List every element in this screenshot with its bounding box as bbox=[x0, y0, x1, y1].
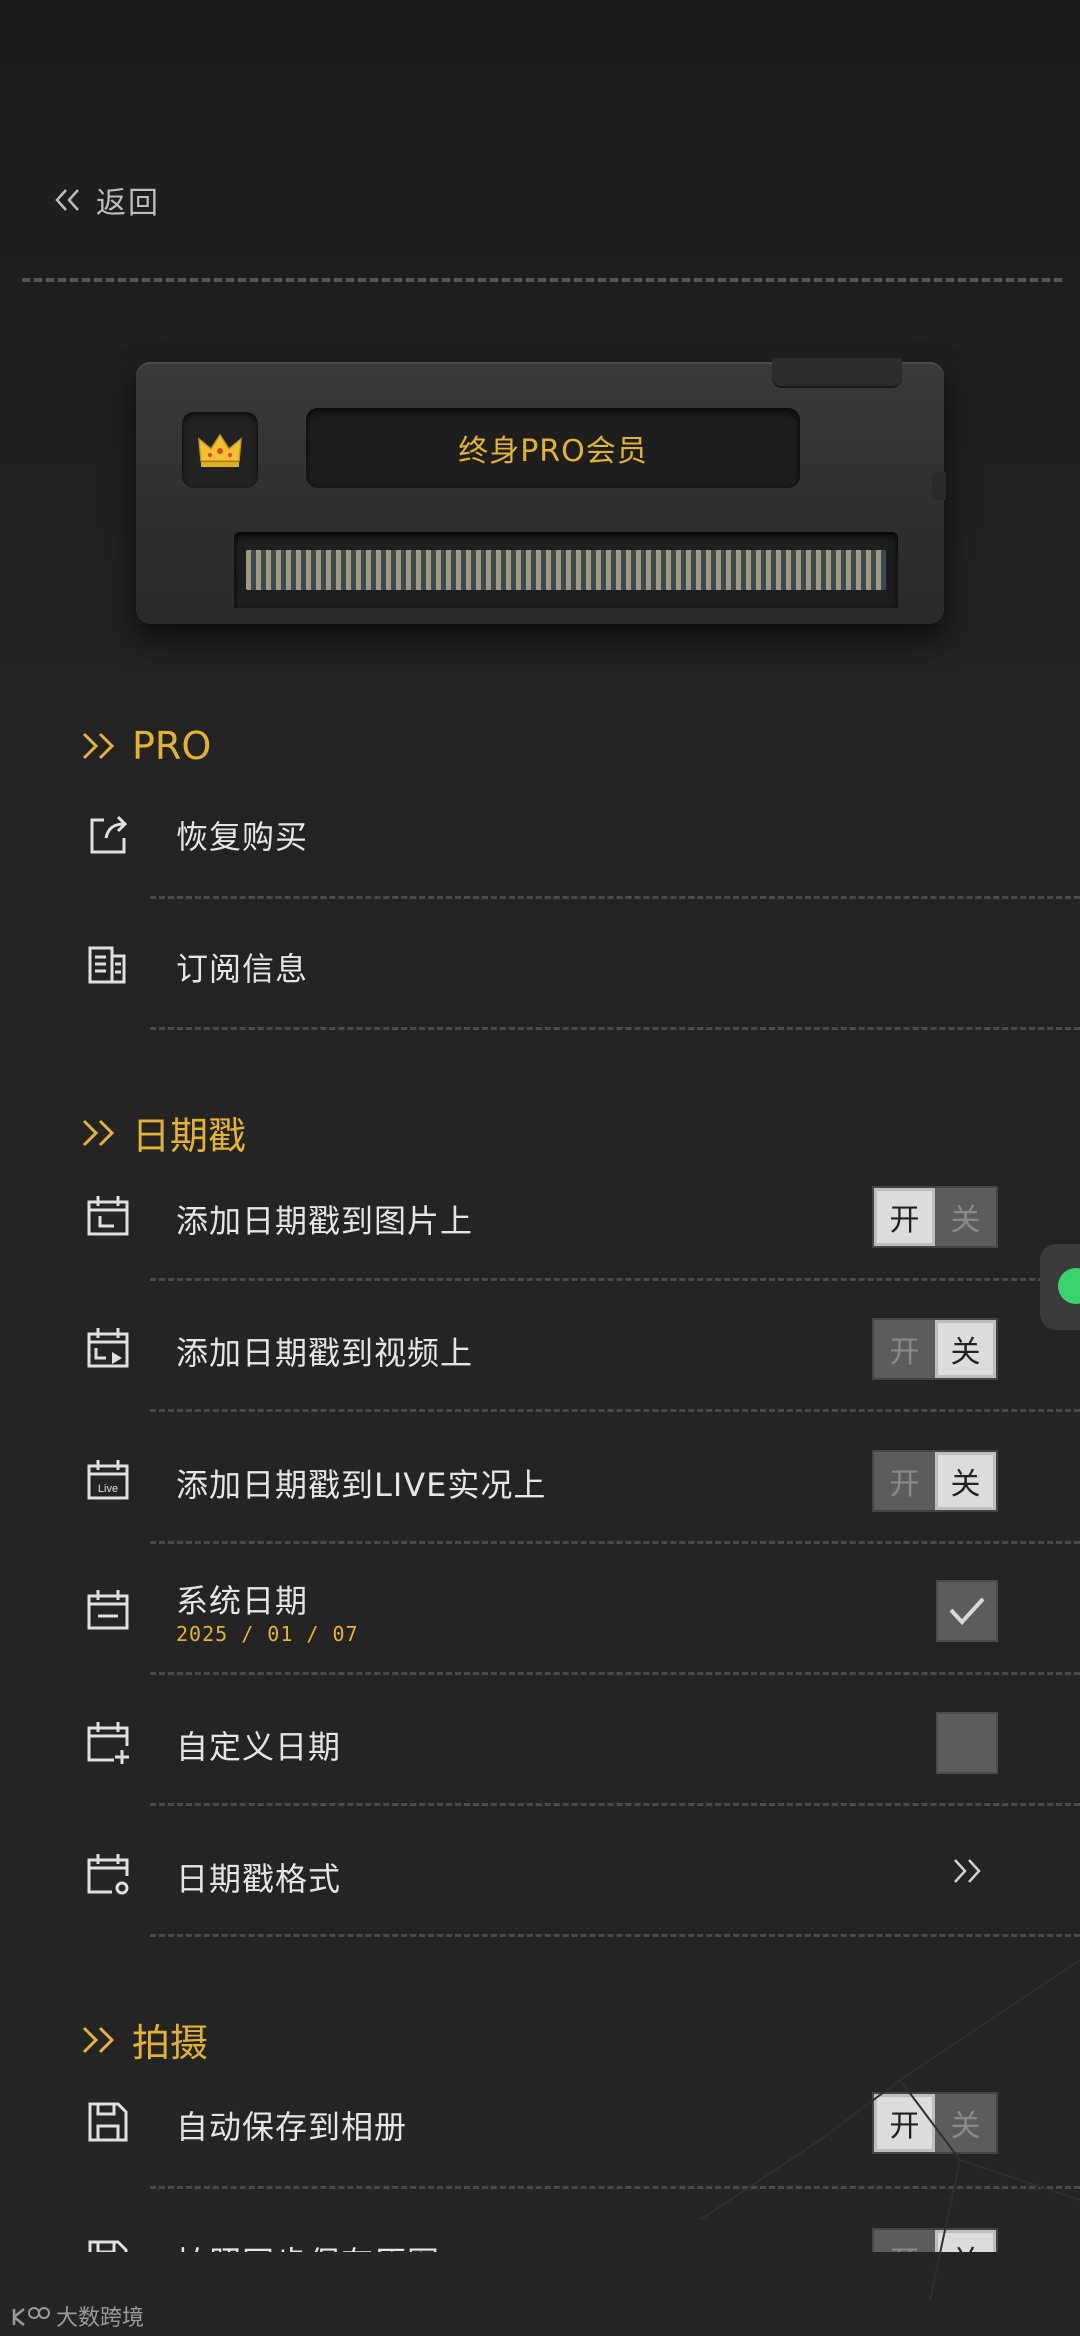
connector-pins bbox=[246, 550, 886, 590]
crown-box bbox=[182, 412, 258, 488]
card-notch bbox=[772, 358, 902, 388]
section-header-datestamp: 日期戳 bbox=[80, 1105, 246, 1160]
double-chevron-left-icon bbox=[55, 189, 79, 211]
toggle-on[interactable]: 开 bbox=[874, 1452, 935, 1510]
live-datestamp-label: 添加日期戳到LIVE实况上 bbox=[176, 1466, 547, 1504]
divider bbox=[150, 1278, 1080, 1281]
calendar-add-icon bbox=[87, 1722, 129, 1764]
partial-row-label: 拍照同步保存原图 bbox=[176, 2238, 440, 2252]
divider bbox=[150, 1541, 1080, 1544]
double-chevron-right-icon bbox=[82, 732, 115, 760]
restore-purchase-row[interactable]: 恢复购买 bbox=[0, 800, 1080, 900]
divider bbox=[150, 1409, 1080, 1412]
chat-bubble-icon bbox=[1058, 1268, 1080, 1304]
live-datestamp-row: Live 添加日期戳到LIVE实况上 开 关 bbox=[0, 1450, 1080, 1550]
video-datestamp-toggle[interactable]: 开 关 bbox=[872, 1318, 998, 1380]
calendar-icon bbox=[87, 1196, 129, 1236]
divider bbox=[150, 896, 1080, 899]
subscription-info-label: 订阅信息 bbox=[176, 950, 309, 988]
calendar-live-icon: Live bbox=[87, 1460, 129, 1500]
share-out-icon bbox=[90, 815, 128, 854]
membership-badge: 终身PRO会员 bbox=[306, 408, 800, 488]
system-date-label: 系统日期 bbox=[176, 1582, 309, 1620]
divider bbox=[150, 1027, 1080, 1030]
section-title-pro: PRO bbox=[132, 724, 212, 768]
membership-card: 终身PRO会员 bbox=[136, 358, 946, 624]
toggle-off[interactable]: 关 bbox=[935, 1452, 996, 1510]
custom-date-row[interactable]: 自定义日期 bbox=[0, 1712, 1080, 1812]
system-date-row[interactable]: 系统日期 2025 / 01 / 07 bbox=[0, 1580, 1080, 1680]
restore-purchase-label: 恢复购买 bbox=[176, 818, 309, 856]
toggle-on[interactable]: 开 bbox=[874, 1188, 935, 1246]
watermark-text: 大数跨境 bbox=[56, 2306, 145, 2331]
photo-datestamp-label: 添加日期戳到图片上 bbox=[176, 1202, 474, 1240]
divider bbox=[150, 1672, 1080, 1675]
video-datestamp-row: 添加日期戳到视频上 开 关 bbox=[0, 1318, 1080, 1418]
toggle-off[interactable]: 关 bbox=[935, 1320, 996, 1378]
photo-datestamp-toggle[interactable]: 开 关 bbox=[872, 1186, 998, 1248]
toggle-on[interactable]: 开 bbox=[874, 1320, 935, 1378]
system-date-value: 2025 / 01 / 07 bbox=[176, 1622, 359, 1646]
custom-date-checkbox[interactable] bbox=[936, 1712, 998, 1774]
double-chevron-right-icon bbox=[82, 1119, 115, 1146]
toggle-off[interactable]: 关 bbox=[935, 1188, 996, 1246]
card-connector bbox=[234, 532, 898, 608]
datestamp-format-label: 日期戳格式 bbox=[176, 1860, 342, 1898]
subscription-info-row[interactable]: 订阅信息 bbox=[0, 932, 1080, 1032]
check-icon bbox=[949, 1597, 985, 1625]
header-divider bbox=[22, 278, 1062, 282]
card-side-clip bbox=[932, 472, 946, 500]
section-header-shooting: 拍摄 bbox=[80, 2012, 208, 2067]
crown-icon bbox=[198, 433, 242, 467]
section-title-shooting: 拍摄 bbox=[132, 2021, 209, 2065]
svg-text:Live: Live bbox=[98, 1483, 118, 1495]
auto-save-label: 自动保存到相册 bbox=[176, 2108, 408, 2146]
watermark-logo-icon bbox=[12, 2307, 50, 2326]
divider bbox=[150, 1803, 1080, 1806]
video-datestamp-label: 添加日期戳到视频上 bbox=[176, 1334, 474, 1372]
floating-chat-button[interactable] bbox=[1040, 1244, 1080, 1330]
system-date-checkbox[interactable] bbox=[936, 1580, 998, 1642]
watermark: 大数跨境 bbox=[10, 2300, 144, 2332]
floppy-disk-icon bbox=[88, 2240, 128, 2252]
photo-datestamp-row: 添加日期戳到图片上 开 关 bbox=[0, 1186, 1080, 1286]
settings-page: 返回 终身PRO会员 PRO 恢复购买 订阅信息 日期戳 添加日期戳到图片上 开… bbox=[0, 0, 1080, 2336]
double-chevron-right-icon bbox=[82, 2026, 115, 2053]
background-crack-decoration bbox=[700, 1959, 1080, 2300]
section-title-datestamp: 日期戳 bbox=[132, 1114, 247, 1158]
floppy-disk-icon bbox=[88, 2102, 128, 2142]
calendar-video-icon bbox=[87, 1328, 129, 1368]
section-header-pro: PRO bbox=[80, 724, 211, 768]
back-label: 返回 bbox=[96, 186, 160, 221]
calendar-icon bbox=[87, 1590, 129, 1630]
membership-badge-text: 终身PRO会员 bbox=[458, 434, 648, 469]
back-button[interactable]: 返回 bbox=[52, 178, 160, 222]
calendar-settings-icon bbox=[87, 1854, 129, 1895]
live-datestamp-toggle[interactable]: 开 关 bbox=[872, 1450, 998, 1512]
custom-date-label: 自定义日期 bbox=[176, 1728, 342, 1766]
document-list-icon bbox=[88, 946, 126, 984]
double-chevron-right-icon bbox=[954, 1859, 981, 1883]
